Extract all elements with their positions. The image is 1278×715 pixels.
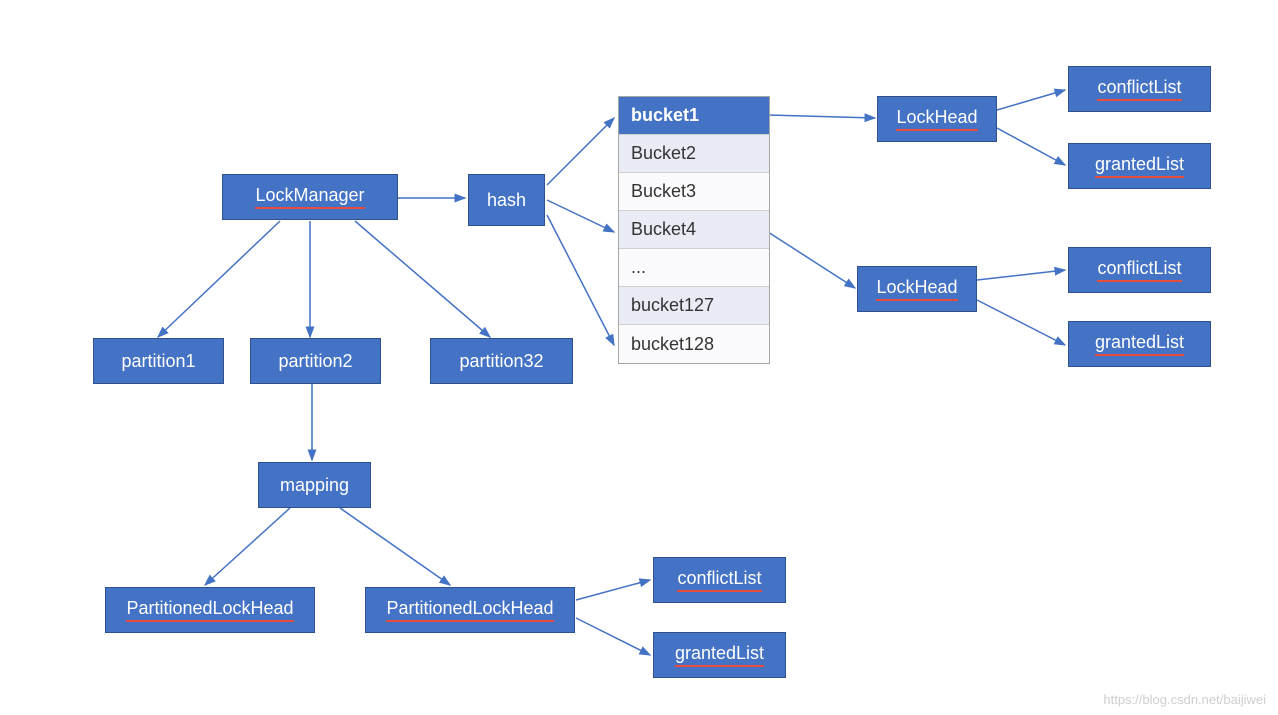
lockhead1-node: LockHead (877, 96, 997, 142)
watermark-text: https://blog.csdn.net/baijiwei (1103, 692, 1266, 707)
bucket-row-0: bucket1 (619, 97, 769, 135)
mapping-node: mapping (258, 462, 371, 508)
partition1-node: partition1 (93, 338, 224, 384)
grantedlist2-node: grantedList (1068, 321, 1211, 367)
conflictlist2-node: conflictList (1068, 247, 1211, 293)
partitioned-lockhead1-label: PartitionedLockHead (126, 598, 293, 622)
bucket-row-1: Bucket2 (619, 135, 769, 173)
lockhead1-label: LockHead (896, 107, 977, 131)
bucket-row-4: ... (619, 249, 769, 287)
lockhead2-node: LockHead (857, 266, 977, 312)
lockhead2-label: LockHead (876, 277, 957, 301)
bucket-row-3: Bucket4 (619, 211, 769, 249)
grantedlist2-label: grantedList (1095, 332, 1184, 356)
grantedlist-mid-label: grantedList (675, 643, 764, 667)
partition32-label: partition32 (459, 351, 543, 372)
hash-label: hash (487, 190, 526, 211)
grantedlist1-label: grantedList (1095, 154, 1184, 178)
hash-node: hash (468, 174, 545, 226)
grantedlist1-node: grantedList (1068, 143, 1211, 189)
partitioned-lockhead2-node: PartitionedLockHead (365, 587, 575, 633)
bucket-row-5: bucket127 (619, 287, 769, 325)
bucket-row-2: Bucket3 (619, 173, 769, 211)
grantedlist-mid-node: grantedList (653, 632, 786, 678)
lock-manager-node: LockManager (222, 174, 398, 220)
partition32-node: partition32 (430, 338, 573, 384)
bucket-row-6: bucket128 (619, 325, 769, 363)
conflictlist2-label: conflictList (1097, 258, 1181, 282)
conflictlist-mid-node: conflictList (653, 557, 786, 603)
partitioned-lockhead2-label: PartitionedLockHead (386, 598, 553, 622)
conflictlist-mid-label: conflictList (677, 568, 761, 592)
partition2-label: partition2 (278, 351, 352, 372)
partitioned-lockhead1-node: PartitionedLockHead (105, 587, 315, 633)
partition2-node: partition2 (250, 338, 381, 384)
partition1-label: partition1 (121, 351, 195, 372)
conflictlist1-node: conflictList (1068, 66, 1211, 112)
conflictlist1-label: conflictList (1097, 77, 1181, 101)
mapping-label: mapping (280, 475, 349, 496)
bucket-table: bucket1Bucket2Bucket3Bucket4...bucket127… (618, 96, 770, 364)
lock-manager-label: LockManager (255, 185, 364, 209)
